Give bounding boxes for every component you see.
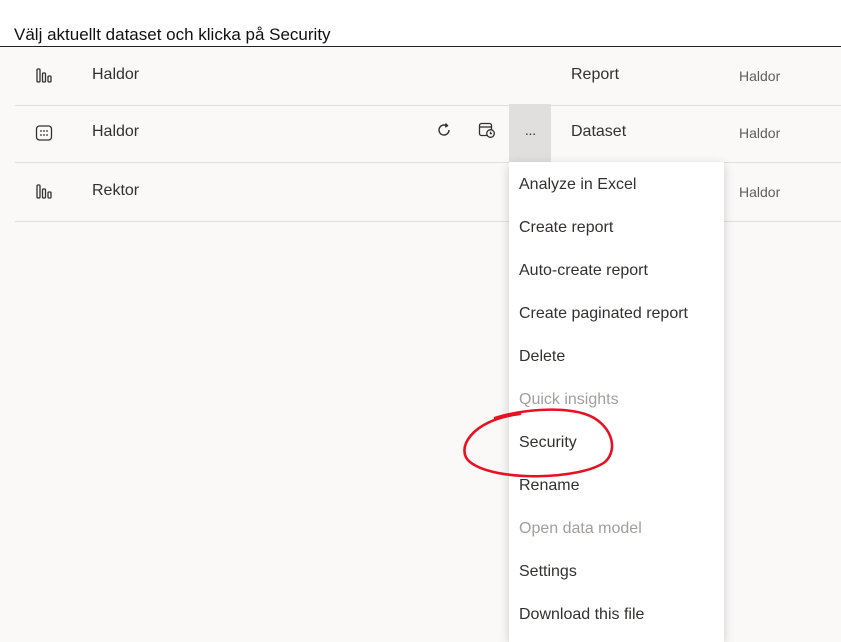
report-icon	[35, 67, 53, 85]
menu-item-delete[interactable]: Delete	[519, 342, 565, 372]
item-type: Dataset	[571, 123, 627, 140]
menu-item-rename[interactable]: Rename	[519, 471, 579, 501]
instruction-caption: Välj aktuellt dataset och klicka på Secu…	[0, 0, 841, 47]
menu-item-auto-create-report[interactable]: Auto-create report	[519, 256, 648, 286]
table-row[interactable]: Haldor Report Haldor	[15, 47, 841, 106]
item-type: Report	[571, 66, 620, 83]
item-name[interactable]: Haldor	[92, 123, 139, 141]
item-owner: Haldor	[739, 68, 781, 84]
menu-item-analyze-in-excel[interactable]: Analyze in Excel	[519, 170, 636, 200]
more-options-icon: ···	[524, 125, 537, 141]
item-owner: Haldor	[739, 184, 781, 200]
refresh-icon[interactable]	[433, 119, 455, 141]
item-owner: Haldor	[739, 125, 781, 141]
menu-item-open-data-model: Open data model	[519, 520, 642, 537]
more-options-button[interactable]: ···	[509, 104, 551, 162]
menu-item-security[interactable]: Security	[519, 428, 577, 458]
menu-item-download-this-file[interactable]: Download this file	[519, 600, 644, 630]
menu-item-create-paginated-report[interactable]: Create paginated report	[519, 299, 688, 329]
caption-text: Välj aktuellt dataset och klicka på Secu…	[14, 25, 331, 44]
report-icon	[35, 183, 53, 201]
table-row[interactable]: Haldor ··· Dataset Haldor	[15, 104, 841, 163]
item-name[interactable]: Haldor	[92, 66, 139, 84]
menu-item-create-report[interactable]: Create report	[519, 213, 613, 243]
context-menu: Analyze in Excel Create report Auto-crea…	[509, 162, 724, 642]
schedule-refresh-icon[interactable]	[476, 119, 498, 141]
dataset-icon	[35, 124, 53, 142]
menu-item-quick-insights: Quick insights	[519, 391, 619, 408]
item-name[interactable]: Rektor	[92, 182, 139, 200]
menu-item-settings[interactable]: Settings	[519, 557, 577, 587]
